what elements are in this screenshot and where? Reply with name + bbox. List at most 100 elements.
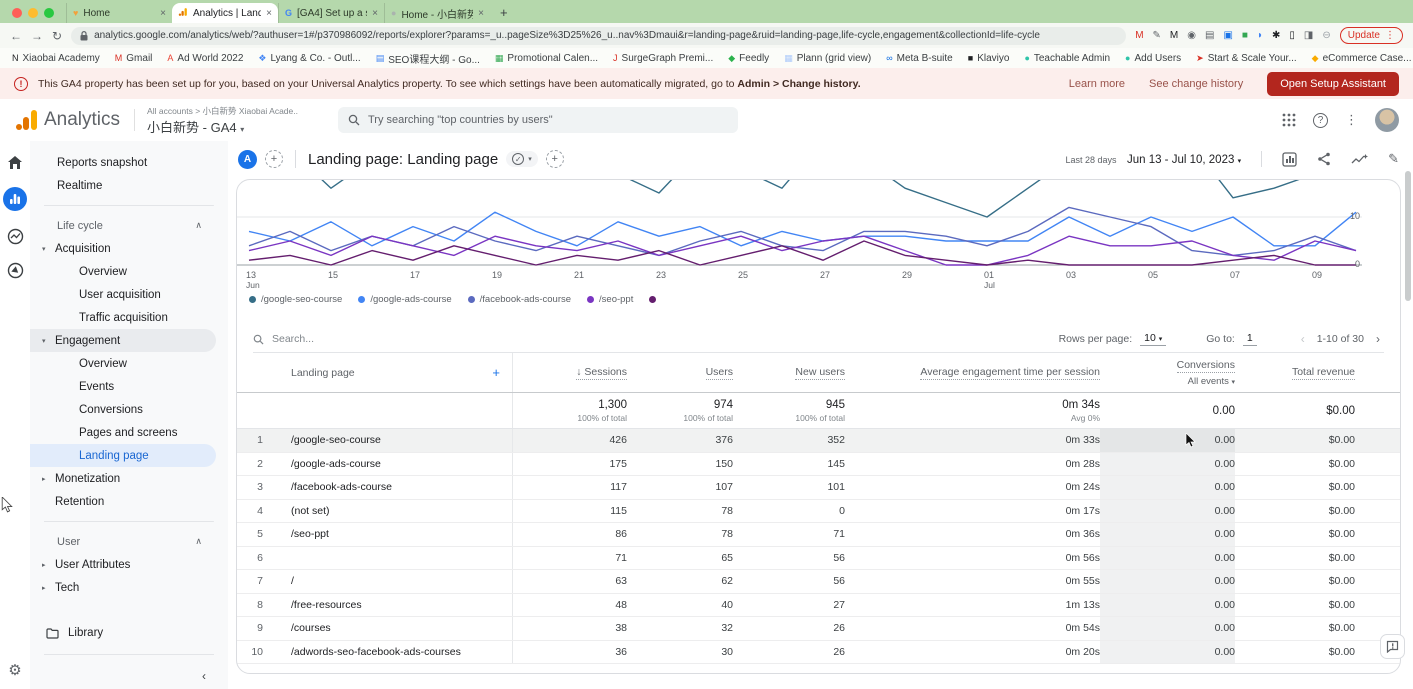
open-setup-assistant-button[interactable]: Open Setup Assistant [1267,72,1399,96]
extension-icon[interactable]: ▣ [1223,31,1232,41]
bookmark-item[interactable]: ● Teachable Admin [1024,53,1110,64]
bookmark-item[interactable]: ◆ Feedly [728,53,769,64]
sidebar-item[interactable]: Conversions [30,398,216,421]
expand-arrow-icon[interactable]: ▾ [42,337,55,345]
sidebar-item[interactable] [44,205,214,206]
rows-per-page-select[interactable]: 10 ▾ [1140,332,1166,346]
table-row[interactable]: 1 /google-seo-course 426 376 352 0m 33s … [237,429,1400,453]
sidebar-item[interactable]: Life cycle ∧ [30,214,216,237]
feedback-button[interactable] [1380,634,1405,659]
legend-item[interactable]: /google-seo-course [249,294,342,305]
sidebar-item[interactable]: ▾ Engagement [30,329,216,352]
admin-gear-icon[interactable]: ⚙ [0,661,30,679]
bookmark-item[interactable]: ▤ SEO课程大纲 - Go... [376,51,480,66]
sessions-column-header[interactable]: ↓ Sessions [513,353,627,392]
close-window-icon[interactable] [12,8,22,18]
avatar[interactable] [1375,108,1399,132]
help-icon[interactable]: ? [1313,113,1328,128]
new-tab-button[interactable]: + [490,5,518,23]
date-range-picker[interactable]: Last 28 days Jun 13 - Jul 10, 2023 ▾ [1065,150,1241,168]
landing-page-cell[interactable]: /google-seo-course [281,429,513,452]
bookmark-item[interactable]: ▦ Promotional Calen... [495,53,598,64]
landing-page-cell[interactable]: / [281,570,513,593]
apps-grid-icon[interactable] [1282,113,1296,127]
section-collapse-icon[interactable]: ∧ [195,220,202,231]
minimize-window-icon[interactable] [28,8,38,18]
browser-menu-icon[interactable]: ⋮ [1385,30,1395,41]
expand-arrow-icon[interactable]: ▾ [42,245,55,253]
landing-page-cell[interactable]: /free-resources [281,594,513,617]
extension-icon[interactable]: ◨ [1304,31,1313,41]
legend-item[interactable]: /facebook-ads-course [468,294,571,305]
forward-button[interactable]: → [31,29,43,43]
sidebar-item[interactable]: ▸ Tech [30,576,216,599]
tab-close-icon[interactable]: × [266,8,272,19]
next-page-icon[interactable]: › [1372,332,1384,346]
sidebar-item[interactable]: Events [30,375,216,398]
table-row[interactable]: 7 / 63 62 56 0m 55s 0.00 $0.00 [237,570,1400,594]
landing-page-cell[interactable]: /facebook-ads-course [281,476,513,499]
new-users-column-header[interactable]: New users [733,353,845,392]
landing-page-cell[interactable] [281,547,513,570]
tab-close-icon[interactable]: × [372,8,378,19]
sidebar-item[interactable]: User ∧ [30,530,216,553]
sidebar-item[interactable]: Reports snapshot [30,151,216,174]
extension-icon[interactable]: ◗ [1257,31,1263,41]
reports-icon[interactable] [3,187,27,211]
sidebar-item[interactable]: ▾ Acquisition [30,237,216,260]
table-row[interactable]: 2 /google-ads-course 175 150 145 0m 28s … [237,453,1400,477]
landing-page-cell[interactable]: /adwords-seo-facebook-ads-courses [281,641,513,664]
sidebar-item[interactable] [44,521,214,522]
advertising-icon[interactable] [7,262,24,279]
table-row[interactable]: 8 /free-resources 48 40 27 1m 13s 0.00 $… [237,594,1400,618]
users-column-header[interactable]: Users [627,353,733,392]
extension-icon[interactable]: ✎ [1153,31,1161,41]
window-controls[interactable] [0,8,66,23]
sidebar-item[interactable]: Landing page [30,444,216,467]
bookmark-item[interactable]: A Ad World 2022 [167,53,243,64]
section-collapse-icon[interactable]: ∧ [195,536,202,547]
learn-more-link[interactable]: Learn more [1069,78,1125,90]
sidebar-item[interactable]: Pages and screens [30,421,216,444]
sidebar-item[interactable]: ▸ Monetization [30,467,216,490]
maximize-window-icon[interactable] [44,8,54,18]
sidebar-item-library[interactable]: Library [30,620,228,646]
sidebar-item[interactable]: Overview [30,352,216,375]
conversions-column-header[interactable]: Conversions All events ▾ [1100,353,1235,392]
account-switcher[interactable]: All accounts > 小白新势 Xiaobai Acade.. 小白新势… [147,105,298,136]
all-events-selector[interactable]: All events ▾ [1188,376,1235,387]
insights-icon[interactable] [1351,153,1368,166]
bookmark-item[interactable]: ➤ Start & Scale Your... [1196,53,1297,64]
chevron-down-icon[interactable]: ▾ [528,155,532,163]
legend-item[interactable]: /google-ads-course [358,294,451,305]
address-bar[interactable]: analytics.google.com/analytics/web/?auth… [71,27,1126,45]
legend-item[interactable] [649,296,661,303]
sidebar-item[interactable]: Overview [30,260,216,283]
avg-engagement-column-header[interactable]: Average engagement time per session [845,353,1100,392]
customize-chart-icon[interactable] [1282,152,1297,167]
browser-tab[interactable]: G [GA4] Set up a scroll conversi × [278,3,384,23]
scrollbar[interactable] [1405,171,1411,301]
reload-button[interactable]: ↻ [52,29,62,43]
bookmark-item[interactable]: ■ Klaviyo [968,53,1010,64]
landing-page-column-header[interactable]: Landing page + [281,353,513,392]
extension-icon[interactable]: ◉ [1187,31,1196,41]
report-collection-badge[interactable]: A [238,150,257,169]
browser-tab[interactable]: Analytics | Landing page: Land × [172,3,278,23]
add-filter-button[interactable]: + [546,150,564,168]
bookmark-item[interactable]: ❖ Lyang & Co. - Outl... [258,53,360,64]
bookmark-item[interactable]: ▦ Plann (grid view) [784,53,871,64]
landing-page-cell[interactable]: /google-ads-course [281,453,513,476]
kebab-menu-icon[interactable]: ⋮ [1345,112,1358,128]
table-row[interactable]: 10 /adwords-seo-facebook-ads-courses 36 … [237,641,1400,665]
browser-tab[interactable]: ♥ Home × [66,3,172,23]
extension-icon[interactable]: M [1170,31,1178,41]
report-status-chip[interactable]: ✓ ▾ [506,151,538,167]
home-icon[interactable] [7,155,23,170]
sidebar-item[interactable]: Retention [30,490,216,513]
edit-report-icon[interactable]: ✎ [1388,151,1399,167]
table-row[interactable]: 3 /facebook-ads-course 117 107 101 0m 24… [237,476,1400,500]
browser-tab[interactable]: ● Home - 小白新势学院 × [384,3,490,23]
add-comparison-button[interactable]: + [265,150,283,168]
bookmark-item[interactable]: ◆ eCommerce Case... [1312,53,1412,64]
